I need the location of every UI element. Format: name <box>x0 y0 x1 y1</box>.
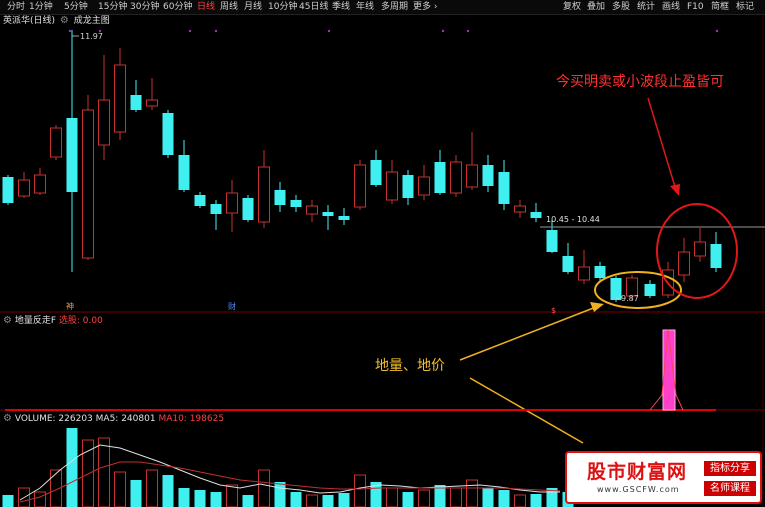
sell-annotation: 今买明卖或小波段止盈皆可 <box>556 74 724 90</box>
sub-indicator-name[interactable]: 地量反走F <box>15 316 56 326</box>
watermark-url: www.GSCFW.com <box>597 485 680 494</box>
gear-icon[interactable]: ⚙ <box>3 315 12 326</box>
sub-indicator-header: ⚙ 地量反走F 选股: 0.00 <box>3 315 103 327</box>
low-price-label: 9.87 <box>621 294 639 303</box>
marker-dollar: $ <box>551 306 556 315</box>
watermark-tag-share: 指标分享 <box>704 461 756 476</box>
marker-shen: 神 <box>66 301 74 311</box>
sub-indicator-value: 选股: 0.00 <box>58 316 103 326</box>
site-watermark: 股市财富网 www.GSCFW.com 指标分享 名师课程 <box>565 451 762 504</box>
watermark-tag-course: 名师课程 <box>704 481 756 496</box>
volume-ma5: MA5: 240801 <box>95 414 156 424</box>
marker-cai: 财 <box>228 301 236 311</box>
low-volume-annotation: 地量、地价 <box>375 358 445 374</box>
volume-ma10: MA10: 198625 <box>158 414 225 424</box>
range-price-label: 10.45 - 10.44 <box>546 215 600 224</box>
gear-icon[interactable]: ⚙ <box>3 413 12 424</box>
watermark-title: 股市财富网 <box>587 461 688 483</box>
high-price-label: 11.97 <box>80 32 103 41</box>
volume-value: VOLUME: 226203 <box>14 414 93 424</box>
volume-header: ⚙ VOLUME: 226203 MA5: 240801 MA10: 19862… <box>3 413 224 425</box>
volume-bars <box>2 428 574 507</box>
